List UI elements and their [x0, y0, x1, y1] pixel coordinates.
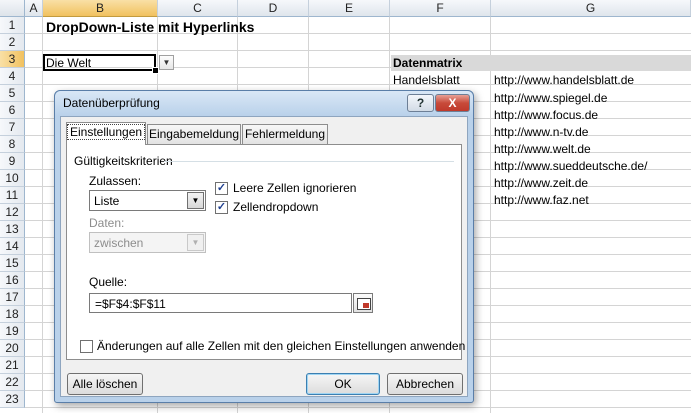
allow-select[interactable]: Liste ▼ [89, 190, 206, 211]
row-header[interactable]: 8 [0, 136, 25, 153]
row-header[interactable]: 19 [0, 323, 25, 340]
row-header[interactable]: 16 [0, 272, 25, 289]
dialog-titlebar[interactable]: Datenüberprüfung ? X [55, 91, 473, 116]
row-header[interactable]: 22 [0, 374, 25, 391]
clear-all-button[interactable]: Alle löschen [67, 373, 143, 395]
matrix-header[interactable]: Datenmatrix [393, 55, 462, 71]
row-header[interactable]: 20 [0, 340, 25, 357]
cancel-button[interactable]: Abbrechen [387, 373, 463, 395]
row-header[interactable]: 5 [0, 85, 25, 102]
tab-input-message[interactable]: Eingabemeldung [147, 124, 241, 144]
row-header[interactable]: 11 [0, 187, 25, 204]
column-header-c[interactable]: C [158, 0, 238, 17]
close-button[interactable]: X [435, 94, 470, 112]
column-header-a[interactable]: A [25, 0, 43, 17]
in-cell-dropdown-checkbox[interactable]: ✓ [215, 201, 228, 214]
column-header-g[interactable]: G [491, 0, 691, 17]
ignore-blank-checkbox[interactable]: ✓ [215, 182, 228, 195]
source-label: Quelle: [89, 275, 128, 289]
ok-button[interactable]: OK [306, 373, 380, 395]
group-divider [164, 161, 454, 162]
chevron-down-icon[interactable]: ▼ [187, 192, 204, 209]
help-button[interactable]: ? [407, 94, 434, 112]
row-header[interactable]: 23 [0, 391, 25, 408]
row-header[interactable]: 3 [0, 51, 25, 68]
sheet-title[interactable]: DropDown-Liste mit Hyperlinks [46, 19, 254, 35]
row-header[interactable]: 15 [0, 255, 25, 272]
row-header[interactable]: 9 [0, 153, 25, 170]
row-header[interactable]: 7 [0, 119, 25, 136]
allow-label: Zulassen: [89, 174, 142, 188]
row-header[interactable]: 17 [0, 289, 25, 306]
cell-dropdown-button[interactable]: ▼ [159, 55, 174, 70]
dialog-body: Einstellungen Eingabemeldung Fehlermeldu… [60, 116, 468, 397]
in-cell-dropdown-label[interactable]: Zellendropdown [233, 200, 318, 214]
source-input[interactable]: =$F$4:$F$11 [89, 293, 352, 313]
url-cell[interactable]: http://www.n-tv.de [494, 124, 588, 140]
column-header-e[interactable]: E [309, 0, 390, 17]
row-header[interactable]: 21 [0, 357, 25, 374]
row-header[interactable]: 18 [0, 306, 25, 323]
url-cell[interactable]: http://www.zeit.de [494, 175, 588, 191]
ignore-blank-label[interactable]: Leere Zellen ignorieren [233, 181, 356, 195]
group-label: Gültigkeitskriterien [74, 154, 173, 168]
url-cell[interactable]: http://www.focus.de [494, 107, 598, 123]
settings-panel: Gültigkeitskriterien Zulassen: Liste ▼ ✓… [66, 144, 465, 360]
row-header[interactable]: 14 [0, 238, 25, 255]
data-validation-dialog: Datenüberprüfung ? X Einstellungen Einga… [54, 90, 474, 403]
chevron-down-icon: ▼ [187, 234, 204, 251]
url-cell[interactable]: http://www.faz.net [494, 192, 589, 208]
fill-handle[interactable] [152, 67, 159, 74]
data-select-value: zwischen [94, 236, 144, 250]
source-input-value: =$F$4:$F$11 [95, 297, 166, 311]
matrix-name-cell[interactable]: Handelsblatt [393, 72, 460, 88]
row-header[interactable]: 1 [0, 17, 25, 34]
allow-select-value: Liste [94, 194, 120, 208]
column-header-b[interactable]: B [43, 0, 158, 17]
url-cell[interactable]: http://www.handelsblatt.de [494, 72, 634, 88]
apply-all-checkbox[interactable] [80, 340, 93, 353]
apply-all-label[interactable]: Änderungen auf alle Zellen mit den gleic… [97, 339, 465, 353]
row-header[interactable]: 13 [0, 221, 25, 238]
column-header-f[interactable]: F [390, 0, 491, 17]
row-header[interactable]: 10 [0, 170, 25, 187]
url-cell[interactable]: http://www.welt.de [494, 141, 591, 157]
row-header[interactable]: 2 [0, 34, 25, 51]
row-header[interactable]: 6 [0, 102, 25, 119]
column-header-d[interactable]: D [238, 0, 309, 17]
row-header[interactable]: 4 [0, 68, 25, 85]
active-cell-border [43, 54, 156, 71]
collapse-dialog-button[interactable] [353, 293, 373, 313]
url-cell[interactable]: http://www.spiegel.de [494, 90, 607, 106]
select-all-corner[interactable] [0, 0, 25, 17]
dialog-title: Datenüberprüfung [63, 96, 160, 110]
url-cell[interactable]: http://www.sueddeutsche.de/ [494, 158, 647, 174]
row-header[interactable]: 12 [0, 204, 25, 221]
data-select: zwischen ▼ [89, 232, 206, 253]
tab-error-alert[interactable]: Fehlermeldung [242, 124, 328, 144]
data-label: Daten: [89, 216, 125, 230]
tab-settings[interactable]: Einstellungen [66, 122, 146, 145]
